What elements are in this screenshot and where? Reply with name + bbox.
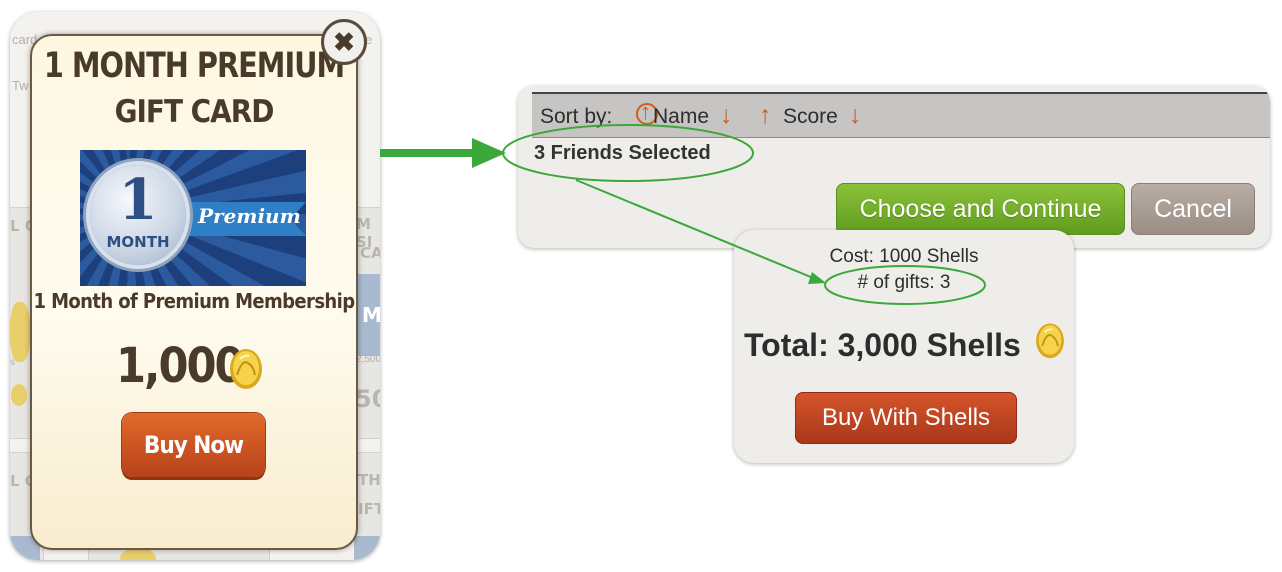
badge-number: 1 xyxy=(118,167,158,233)
friends-selection-panel: Sort by: ↑ Name ↓ ↑ Score ↓ 3 Friends Se… xyxy=(518,86,1270,248)
gift-price: 1,000 xyxy=(116,338,245,394)
background-image xyxy=(354,536,380,560)
choose-and-continue-button[interactable]: Choose and Continue xyxy=(836,183,1125,235)
background-text: s xyxy=(10,357,15,368)
sort-bar: Sort by: ↑ Name ↓ ↑ Score ↓ xyxy=(532,92,1270,138)
sort-score-down-arrow-icon[interactable]: ↓ xyxy=(849,101,862,130)
background-text: M xyxy=(362,303,380,327)
buy-with-shells-button[interactable]: Buy With Shells xyxy=(795,392,1017,444)
gift-description: 1 Month of Premium Membership xyxy=(33,289,356,313)
sort-name-up-arrow-icon[interactable]: ↑ xyxy=(640,99,651,125)
ribbon-label: Premium xyxy=(198,204,301,228)
modal-title: 1 MONTH PREMIUM xyxy=(43,44,345,86)
buy-now-button[interactable]: Buy Now xyxy=(122,413,265,477)
total-cost: Total: 3,000 Shells xyxy=(744,327,1021,363)
close-icon[interactable]: ✖ xyxy=(321,19,367,65)
background-text: 2,500 xyxy=(356,354,380,365)
background-text: TH xyxy=(358,471,380,489)
right-arrow-icon xyxy=(380,138,506,168)
background-coin xyxy=(11,384,27,406)
background-coin xyxy=(10,302,30,362)
gift-count: # of gifts: 3 xyxy=(857,272,951,293)
modal-subtitle: GIFT CARD xyxy=(114,94,275,130)
premium-gift-image: Premium 1 MONTH xyxy=(80,150,306,286)
cost-summary-panel: Cost: 1000 Shells # of gifts: 3 Total: 3… xyxy=(734,230,1074,463)
badge-unit: MONTH xyxy=(106,233,170,251)
friends-selected-count: 3 Friends Selected xyxy=(534,142,711,164)
sort-name-down-arrow-icon[interactable]: ↓ xyxy=(720,101,733,130)
gift-card-modal: 1 MONTH PREMIUM GIFT CARD Premium 1 MONT… xyxy=(30,34,358,550)
sort-score-up-arrow-icon[interactable]: ↑ xyxy=(759,101,772,130)
shell-coin-icon xyxy=(1036,323,1064,359)
background-text: CA xyxy=(360,244,380,262)
cancel-button[interactable]: Cancel xyxy=(1131,183,1255,235)
sort-label: Sort by: xyxy=(540,105,613,128)
sort-score-label[interactable]: Score xyxy=(783,105,838,129)
shell-coin-icon xyxy=(230,349,262,389)
month-badge: 1 MONTH xyxy=(90,165,186,265)
cost-per-gift: Cost: 1000 Shells xyxy=(829,246,979,267)
background-text: Tw xyxy=(12,78,29,93)
sort-name-label[interactable]: Name xyxy=(653,105,709,129)
background-text: IFT xyxy=(358,500,380,518)
background-text: 50 xyxy=(355,385,380,413)
